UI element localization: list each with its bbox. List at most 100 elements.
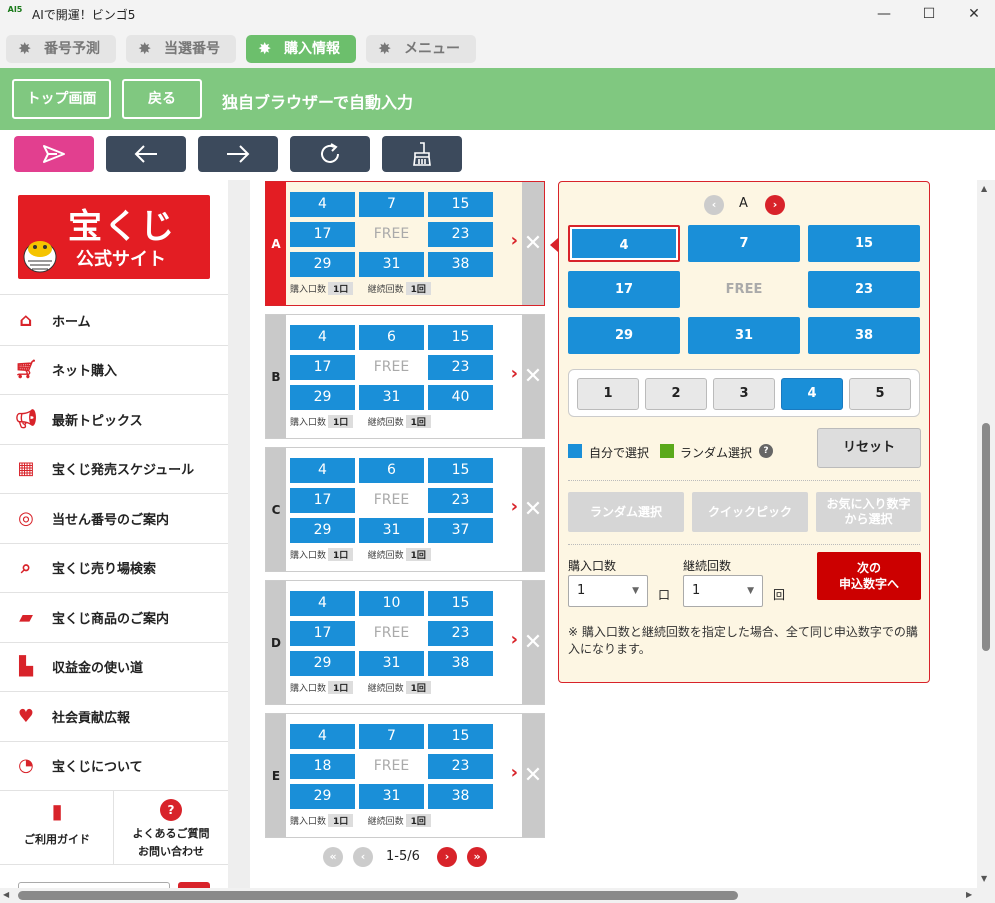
number-cell: 23 [428, 488, 493, 513]
faq-link[interactable]: ? よくあるご質問 お問い合わせ [114, 791, 228, 865]
random-select-button[interactable]: ランダム選択 [568, 492, 684, 532]
legend-random-label: ランダム選択 [680, 446, 753, 460]
chevron-right-icon[interactable]: › [511, 230, 518, 251]
question-icon: ? [160, 799, 182, 821]
sparkle-icon: ✸ [258, 39, 272, 58]
target-icon: ◎ [18, 507, 34, 529]
sidebar-item-proceeds[interactable]: ▙ 収益金の使い道 [0, 643, 228, 692]
clear-button[interactable] [382, 136, 462, 172]
number-cell: 15 [428, 192, 493, 217]
kuchi-label: 購入口数 [568, 559, 617, 573]
sidebar-item-winning-numbers[interactable]: ◎ 当せん番号のご案内 [0, 494, 228, 544]
delete-ticket-icon[interactable]: ✕ [522, 448, 544, 571]
reset-button[interactable]: リセット [817, 428, 921, 468]
legend-self-swatch [568, 444, 582, 458]
megaphone-icon: 📢︎ [14, 408, 38, 430]
ticket-c[interactable]: C 4 6 15 17 FREE 23 29 31 37 購入口数 1口 継続回数 1回 › ✕ [265, 447, 545, 572]
delete-ticket-icon[interactable]: ✕ [522, 581, 544, 704]
chevron-right-icon[interactable]: › [511, 363, 518, 384]
tab-prediction[interactable]: ✸ 番号予測 [6, 35, 116, 63]
takarakuji-logo[interactable]: 宝くじ 公式サイト [18, 195, 210, 279]
ticket-b[interactable]: B 4 6 15 17 FREE 23 29 31 40 購入口数 1口 継続回数 1回 › ✕ [265, 314, 545, 439]
kaisu-select[interactable]: 1 ▼ [683, 575, 763, 607]
delete-ticket-icon[interactable]: ✕ [522, 182, 544, 305]
kuchi-badge: 1口 [328, 814, 354, 827]
ticket-e[interactable]: E 4 7 15 18 FREE 23 29 31 38 購入口数 1口 継続回数 1回 › ✕ [265, 713, 545, 838]
vertical-scrollbar[interactable]: ▲ ▼ [977, 180, 995, 888]
pie-icon: ◔ [18, 755, 34, 777]
sidebar-item-home[interactable]: ⌂ ホーム [0, 296, 228, 346]
quick-pick-button[interactable]: クイックピック [692, 492, 808, 532]
favorite-numbers-button[interactable]: お気に入り数字 から選択 [816, 492, 921, 532]
vertical-scroll-thumb[interactable] [982, 423, 990, 651]
panel-pointer [550, 238, 558, 252]
arrow-right-icon [227, 145, 250, 163]
sidebar-item-store-search[interactable]: ⌕ 宝くじ売り場検索 [0, 544, 228, 593]
minimize-icon[interactable]: — [861, 0, 907, 28]
page-button-5[interactable]: 5 [849, 378, 911, 410]
top-screen-button[interactable]: トップ画面 [12, 79, 111, 119]
next-entry-button[interactable]: 次の 申込数字へ [817, 552, 921, 600]
delete-ticket-icon[interactable]: ✕ [522, 714, 544, 837]
first-page-icon[interactable]: « [323, 847, 343, 867]
number-cell: 29 [290, 385, 355, 410]
horizontal-scroll-thumb[interactable] [18, 891, 738, 900]
scroll-up-icon[interactable]: ▲ [981, 184, 987, 193]
window-title: AIで開運！ビンゴ5 [32, 8, 136, 22]
prev-ticket-icon[interactable]: ‹ [704, 195, 724, 215]
scroll-right-icon[interactable]: ▶ [966, 890, 972, 899]
kaisu-label: 継続回数 [683, 559, 732, 573]
horizontal-scrollbar[interactable]: ◀ ▶ [0, 888, 995, 903]
close-icon[interactable]: ✕ [951, 0, 995, 28]
tab-winning-numbers[interactable]: ✸ 当選番号 [126, 35, 236, 63]
number-cell[interactable]: 29 [568, 317, 680, 354]
page-button-1[interactable]: 1 [577, 378, 639, 410]
number-cell: 17 [290, 621, 355, 646]
ticket-a[interactable]: A 4 7 15 17 FREE 23 29 31 38 購入口数 1口 継続回数 1回 › ✕ [265, 181, 545, 306]
sidebar-item-net-purchase[interactable]: 🛒︎ ネット購入 [0, 346, 228, 395]
page-button-2[interactable]: 2 [645, 378, 707, 410]
page-button-4[interactable]: 4 [781, 378, 843, 410]
browser-forward-button[interactable] [198, 136, 278, 172]
sidebar-item-topics[interactable]: 📢︎ 最新トピックス [0, 395, 228, 445]
page-button-3[interactable]: 3 [713, 378, 775, 410]
prev-page-icon[interactable]: ‹ [353, 847, 373, 867]
sidebar-item-about[interactable]: ◔ 宝くじについて [0, 742, 228, 791]
number-cell: 31 [359, 518, 424, 543]
number-cell[interactable]: 31 [688, 317, 800, 354]
reload-button[interactable] [290, 136, 370, 172]
number-cell[interactable]: 15 [808, 225, 920, 262]
send-button[interactable] [14, 136, 94, 172]
tab-menu[interactable]: ✸ メニュー [366, 35, 476, 63]
sidebar-item-products[interactable]: ▰ 宝くじ商品のご案内 [0, 593, 228, 643]
scroll-down-icon[interactable]: ▼ [981, 874, 987, 883]
help-icon[interactable]: ? [759, 444, 773, 458]
back-button[interactable]: 戻る [122, 79, 202, 119]
scroll-left-icon[interactable]: ◀ [3, 890, 9, 899]
number-cell: 7 [359, 192, 424, 217]
chevron-right-icon[interactable]: › [511, 629, 518, 650]
sidebar-item-social[interactable]: ♥ 社会貢献広報 [0, 692, 228, 742]
kuchi-badge: 1口 [328, 415, 354, 428]
chevron-right-icon[interactable]: › [511, 496, 518, 517]
last-page-icon[interactable]: » [467, 847, 487, 867]
tab-purchase-info[interactable]: ✸ 購入情報 [246, 35, 356, 63]
browser-back-button[interactable] [106, 136, 186, 172]
number-cell[interactable]: 23 [808, 271, 920, 308]
chevron-right-icon[interactable]: › [511, 762, 518, 783]
maximize-icon[interactable]: ☐ [906, 0, 952, 28]
free-cell: FREE [373, 625, 410, 641]
number-cell[interactable]: 38 [808, 317, 920, 354]
kuchi-select[interactable]: 1 ▼ [568, 575, 648, 607]
number-cell[interactable]: 7 [688, 225, 800, 262]
guide-link[interactable]: ▮ ご利用ガイド [0, 791, 114, 865]
next-page-icon[interactable]: › [437, 847, 457, 867]
number-cell[interactable]: 17 [568, 271, 680, 308]
sidebar-item-schedule[interactable]: ▦ 宝くじ発売スケジュール [0, 445, 228, 494]
next-ticket-icon[interactable]: › [765, 195, 785, 215]
number-cell[interactable]: 4 [568, 225, 680, 262]
delete-ticket-icon[interactable]: ✕ [522, 315, 544, 438]
free-cell[interactable]: FREE [688, 271, 800, 308]
building-icon: ▙ [19, 656, 33, 678]
ticket-d[interactable]: D 4 10 15 17 FREE 23 29 31 38 購入口数 1口 継続回数 1回 › ✕ [265, 580, 545, 705]
